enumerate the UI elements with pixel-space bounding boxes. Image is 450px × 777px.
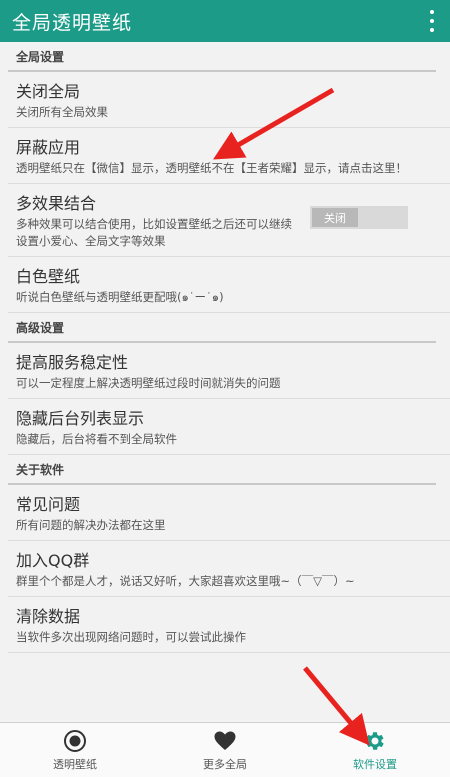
bottom-navigation: 透明壁纸 更多全局 软件设置 — [0, 722, 450, 777]
toggle-label: 关闭 — [312, 208, 358, 227]
setting-title: 加入QQ群 — [16, 551, 90, 570]
setting-hide-recents[interactable]: 隐藏后台列表显示 隐藏后，后台将看不到全局软件 — [8, 399, 450, 455]
setting-white-wallpaper[interactable]: 白色壁纸 听说白色壁纸与透明壁纸更配哦(๑˙ー˙๑) — [8, 257, 450, 313]
setting-stability[interactable]: 提高服务稳定性 可以一定程度上解决透明壁纸过段时间就消失的问题 — [8, 343, 450, 399]
setting-title: 常见问题 — [16, 495, 81, 514]
section-header-about: 关于软件 — [8, 455, 436, 485]
tab-label: 更多全局 — [203, 757, 247, 771]
tab-label: 透明壁纸 — [53, 757, 97, 771]
setting-title: 隐藏后台列表显示 — [16, 409, 145, 428]
setting-desc: 听说白色壁纸与透明壁纸更配哦(๑˙ー˙๑) — [16, 290, 224, 304]
settings-list: 全局设置 关闭全局 关闭所有全局效果 屏蔽应用 透明壁纸只在【微信】显示，透明壁… — [0, 42, 450, 722]
section-header-global: 全局设置 — [8, 42, 436, 72]
setting-clear-data[interactable]: 清除数据 当软件多次出现网络问题时，可以尝试此操作 — [8, 597, 450, 653]
heart-icon — [214, 731, 236, 750]
setting-title: 白色壁纸 — [16, 267, 81, 286]
setting-desc: 当软件多次出现网络问题时，可以尝试此操作 — [16, 630, 246, 644]
setting-desc: 群里个个都是人才，说话又好听，大家超喜欢这里哦~（￣▽￣）~ — [16, 574, 355, 588]
setting-title: 关闭全局 — [16, 82, 81, 101]
more-vert-icon[interactable] — [428, 8, 436, 34]
setting-desc: 所有问题的解决办法都在这里 — [16, 518, 166, 532]
setting-faq[interactable]: 常见问题 所有问题的解决办法都在这里 — [8, 485, 450, 541]
multi-effect-toggle[interactable]: 关闭 — [310, 206, 408, 229]
tab-transparent-wallpaper[interactable]: 透明壁纸 — [0, 723, 150, 777]
setting-desc: 可以一定程度上解决透明壁纸过段时间就消失的问题 — [16, 376, 281, 390]
setting-desc: 隐藏后，后台将看不到全局软件 — [16, 432, 177, 446]
setting-close-global[interactable]: 关闭全局 关闭所有全局效果 — [8, 72, 450, 128]
section-header-advanced: 高级设置 — [8, 313, 436, 343]
setting-title: 屏蔽应用 — [16, 138, 81, 157]
setting-multi-effect[interactable]: 多效果结合 多种效果可以结合使用，比如设置壁纸之后还可以继续设置小爱心、全局文字… — [8, 184, 450, 257]
setting-desc: 关闭所有全局效果 — [16, 105, 108, 119]
setting-desc: 多种效果可以结合使用，比如设置壁纸之后还可以继续设置小爱心、全局文字等效果 — [16, 217, 292, 248]
setting-desc: 透明壁纸只在【微信】显示，透明壁纸不在【王者荣耀】显示，请点击这里！ — [16, 161, 407, 175]
setting-block-apps[interactable]: 屏蔽应用 透明壁纸只在【微信】显示，透明壁纸不在【王者荣耀】显示，请点击这里！ — [8, 128, 450, 184]
tab-more-global[interactable]: 更多全局 — [150, 723, 300, 777]
app-bar: 全局透明壁纸 — [0, 0, 450, 42]
setting-title: 提高服务稳定性 — [16, 353, 129, 372]
gear-icon — [366, 731, 384, 750]
tab-label: 软件设置 — [353, 757, 397, 771]
setting-qq-group[interactable]: 加入QQ群 群里个个都是人才，说话又好听，大家超喜欢这里哦~（￣▽￣）~ — [8, 541, 450, 597]
radio-target-icon — [64, 729, 86, 752]
setting-title: 清除数据 — [16, 607, 81, 626]
app-title: 全局透明壁纸 — [12, 11, 133, 34]
tab-software-settings[interactable]: 软件设置 — [300, 723, 450, 777]
